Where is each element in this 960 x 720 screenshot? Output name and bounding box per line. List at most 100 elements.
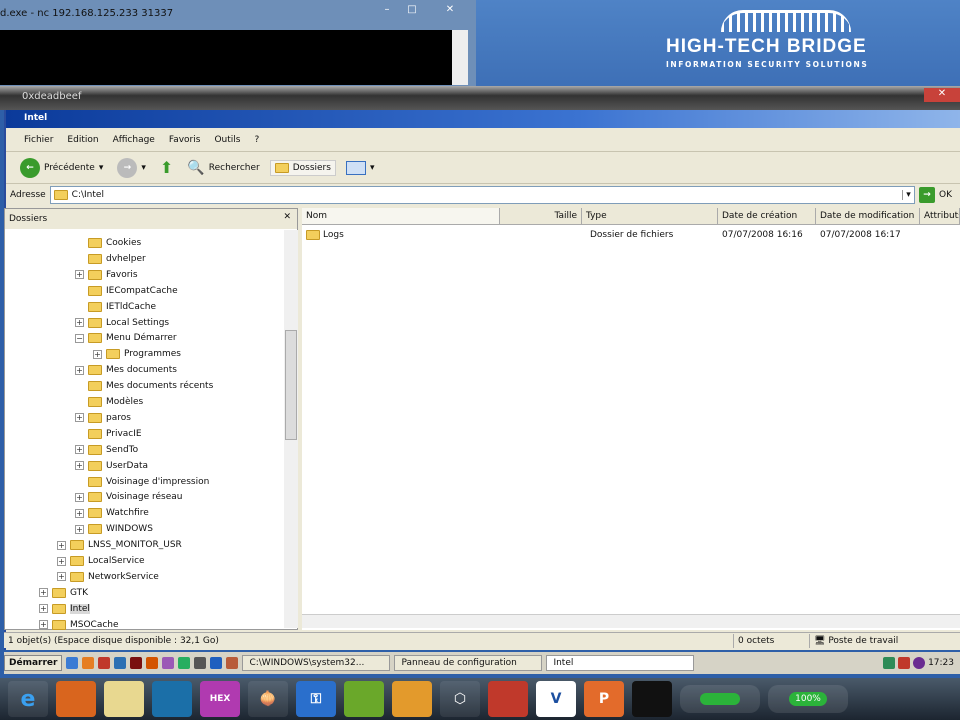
app-quicklaunch-icon[interactable] (114, 657, 127, 669)
tray-icon[interactable] (898, 657, 911, 669)
col-type[interactable]: Type (582, 208, 718, 224)
tree-item[interactable]: + Watchfire (75, 505, 149, 521)
ie-quicklaunch-icon[interactable] (66, 657, 79, 669)
wireshark-icon[interactable] (152, 681, 192, 717)
task-control-panel[interactable]: Panneau de configuration (394, 655, 543, 671)
tree-item[interactable]: Modèles (75, 394, 143, 410)
tree-item[interactable]: dvhelper (75, 251, 146, 267)
menu-favoris[interactable]: Favoris (169, 135, 201, 151)
menu-help[interactable]: ? (254, 135, 259, 151)
expander-icon[interactable]: + (75, 445, 84, 455)
expander-icon[interactable]: + (75, 270, 84, 280)
tree-item[interactable]: − Menu Démarrer (75, 330, 177, 346)
tree-item[interactable]: IECompatCache (75, 283, 178, 299)
app-quicklaunch-icon[interactable] (226, 657, 239, 669)
tree-item[interactable]: PrivacIE (75, 426, 142, 442)
col-created[interactable]: Date de création (718, 208, 816, 224)
menu-affichage[interactable]: Affichage (113, 135, 155, 151)
app-icon[interactable] (392, 681, 432, 717)
task-cmd[interactable]: C:\WINDOWS\system32... (242, 655, 391, 671)
vsphere-icon[interactable] (344, 681, 384, 717)
expander-icon[interactable]: + (75, 508, 84, 518)
tree-item[interactable]: + GTK (39, 585, 88, 601)
tor-icon[interactable]: 🧅 (248, 681, 288, 717)
expander-icon[interactable]: + (75, 524, 84, 534)
address-dropdown-icon[interactable]: ▾ (902, 190, 914, 200)
expander-icon[interactable]: + (57, 540, 66, 550)
tree-item[interactable]: + LocalService (57, 553, 145, 569)
scrollbar-thumb[interactable] (285, 330, 297, 440)
tree-item[interactable]: + Intel (39, 601, 90, 617)
task-intel[interactable]: Intel (546, 655, 695, 671)
tree-item[interactable]: + MSOCache (39, 617, 119, 633)
tree-item[interactable]: + SendTo (75, 442, 138, 458)
address-input[interactable]: C:\Intel ▾ (49, 186, 915, 204)
virtualbox-icon[interactable]: ⬡ (440, 681, 480, 717)
expander-icon[interactable]: + (39, 604, 48, 614)
tree-item[interactable]: + Mes documents (75, 362, 177, 378)
col-modified[interactable]: Date de modification (816, 208, 920, 224)
search-button[interactable]: 🔍 Rechercher (183, 158, 263, 178)
views-button[interactable]: ▾ (342, 159, 379, 177)
back-button[interactable]: ← Précédente ▾ (16, 156, 107, 180)
tree-item[interactable]: + Programmes (93, 346, 181, 362)
expander-icon[interactable]: + (57, 556, 66, 566)
tree-scrollbar[interactable] (284, 230, 298, 628)
col-name[interactable]: Nom (302, 208, 500, 224)
hex-editor-icon[interactable]: HEX (200, 681, 240, 717)
network-widget[interactable] (680, 685, 760, 713)
tray-icon[interactable] (913, 657, 926, 669)
expander-icon[interactable]: + (39, 620, 48, 630)
expander-icon[interactable]: − (75, 333, 84, 343)
col-attributes[interactable]: Attributs (920, 208, 960, 224)
tree-item[interactable]: + WINDOWS (75, 521, 153, 537)
up-folder-button[interactable]: ⬆ (156, 156, 177, 179)
maximize-button[interactable]: □ (400, 4, 424, 18)
outer-close-button[interactable]: ✕ (924, 88, 960, 102)
go-arrow-icon[interactable]: → (919, 187, 935, 203)
tree-item[interactable]: + paros (75, 410, 131, 426)
close-tree-icon[interactable]: ✕ (283, 212, 291, 222)
forward-button[interactable]: → ▾ (113, 156, 150, 180)
tree-item[interactable]: + Local Settings (75, 315, 169, 331)
vs-icon[interactable]: V (536, 681, 576, 717)
tree-item[interactable]: + UserData (75, 458, 148, 474)
tree-item[interactable]: + LNSS_MONITOR_USR (57, 537, 182, 553)
terminal-icon[interactable] (632, 681, 672, 717)
tree-item[interactable]: IETldCache (75, 299, 156, 315)
cmd-console[interactable] (0, 30, 452, 85)
tree-item[interactable]: + Favoris (75, 267, 138, 283)
app-quicklaunch-icon[interactable] (194, 657, 207, 669)
tree-item[interactable]: Mes documents récents (75, 378, 213, 394)
minimize-button[interactable]: – (375, 4, 399, 18)
menu-outils[interactable]: Outils (214, 135, 240, 151)
folders-button[interactable]: Dossiers (269, 159, 336, 176)
expander-icon[interactable]: + (39, 588, 48, 598)
powerpoint-icon[interactable]: P (584, 681, 624, 717)
menu-edition[interactable]: Edition (67, 135, 98, 151)
expander-icon[interactable]: + (75, 413, 84, 423)
ie-icon[interactable]: e (8, 681, 48, 717)
list-scrollbar[interactable] (302, 614, 960, 628)
app-icon[interactable] (488, 681, 528, 717)
expander-icon[interactable]: + (75, 318, 84, 327)
cmd-scrollbar[interactable] (452, 30, 468, 85)
tray-icon[interactable] (883, 657, 896, 669)
start-button[interactable]: Démarrer (4, 655, 63, 671)
menu-fichier[interactable]: Fichier (24, 135, 53, 151)
tree-item[interactable]: + Voisinage réseau (75, 489, 182, 505)
app-quicklaunch-icon[interactable] (98, 657, 111, 669)
close-button[interactable]: ✕ (438, 4, 462, 18)
expander-icon[interactable]: + (57, 572, 66, 582)
col-size[interactable]: Taille (500, 208, 582, 224)
tree-item[interactable]: Voisinage d'impression (75, 474, 209, 490)
expander-icon[interactable]: + (93, 349, 102, 359)
outer-window-titlebar[interactable]: 0xdeadbeef ✕ (0, 86, 960, 110)
key-icon[interactable]: ⚿ (296, 681, 336, 717)
firefox-quicklaunch-icon[interactable] (82, 657, 95, 669)
explorer-titlebar[interactable]: Intel (6, 110, 960, 128)
notepad-icon[interactable] (104, 681, 144, 717)
expander-icon[interactable]: + (75, 461, 84, 471)
firefox-icon[interactable] (56, 681, 96, 717)
file-row[interactable]: Logs Dossier de fichiers 07/07/2008 16:1… (302, 227, 960, 243)
